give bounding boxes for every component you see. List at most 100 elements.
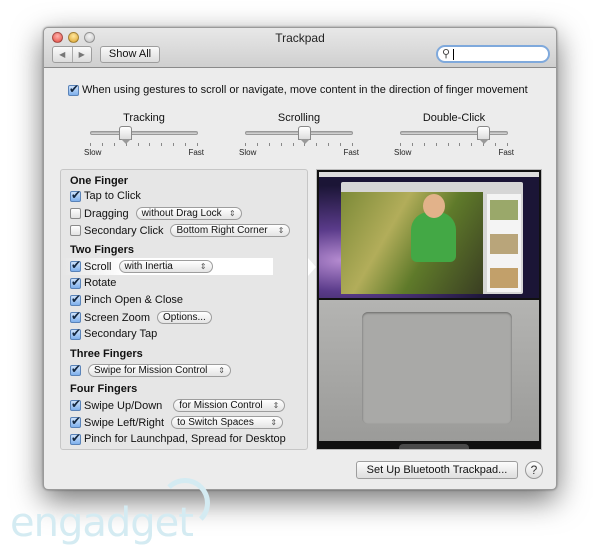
scroll-option[interactable]: Scroll with Inertia⇕ xyxy=(62,258,272,275)
fast-label: Fast xyxy=(343,148,359,157)
natural-scroll-option[interactable]: When using gestures to scroll or navigat… xyxy=(68,82,528,96)
preview-laptop-base xyxy=(319,300,539,449)
pinch-option[interactable]: Pinch Open & Close xyxy=(70,292,184,306)
updown-arrows-icon: ⇕ xyxy=(272,401,280,410)
fast-label: Fast xyxy=(498,148,514,157)
three-finger-swipe-option[interactable]: Swipe for Mission Control⇕ xyxy=(70,362,231,377)
screen-zoom-options-button[interactable]: Options... xyxy=(157,311,212,324)
secondary-click-checkbox[interactable] xyxy=(70,225,81,236)
screen-zoom-checkbox[interactable] xyxy=(70,309,81,323)
double-click-slider[interactable] xyxy=(400,126,508,144)
scrolling-label: Scrolling xyxy=(277,112,321,124)
scrolling-thumb[interactable] xyxy=(298,126,312,144)
secondary-click-popup[interactable]: Bottom Right Corner ⇕ xyxy=(170,224,291,237)
scroll-checkbox[interactable] xyxy=(70,258,81,272)
tracking-label: Tracking xyxy=(123,112,165,124)
tap-to-click-option[interactable]: Tap to Click xyxy=(70,188,141,202)
swipe-updown-option[interactable]: Swipe Up/Down for Mission Control⇕ xyxy=(70,397,286,412)
option-label: Swipe Up/Down xyxy=(84,399,163,412)
launchpad-checkbox[interactable] xyxy=(70,431,81,445)
option-label: Dragging xyxy=(84,207,129,220)
option-label: Screen Zoom xyxy=(84,311,151,324)
toolbar: Trackpad ◀ ▶ Show All ⚲ xyxy=(44,28,556,68)
section-three-fingers: Three Fingers xyxy=(70,348,143,360)
preview-app-window xyxy=(341,182,523,294)
selection-pointer xyxy=(308,258,316,276)
secondary-tap-checkbox[interactable] xyxy=(70,326,81,340)
preview-thumbnail xyxy=(490,268,518,288)
tick-marks xyxy=(400,143,508,146)
option-label: Pinch Open & Close xyxy=(84,294,184,306)
three-finger-popup[interactable]: Swipe for Mission Control ⇕ xyxy=(88,364,231,377)
rotate-checkbox[interactable] xyxy=(70,275,81,289)
swipe-leftright-popup[interactable]: to Switch Spaces ⇕ xyxy=(171,416,284,429)
section-four-fingers: Four Fingers xyxy=(70,383,138,395)
swipe-updown-popup[interactable]: for Mission Control ⇕ xyxy=(173,399,286,412)
window-title: Trackpad xyxy=(275,31,325,45)
natural-scroll-label: When using gestures to scroll or navigat… xyxy=(82,84,528,96)
dragging-option[interactable]: Dragging without Drag Lock ⇕ xyxy=(70,207,242,220)
updown-arrows-icon: ⇕ xyxy=(270,418,278,427)
screen-zoom-option[interactable]: Screen Zoom Options... xyxy=(70,309,212,324)
preview-notch xyxy=(399,444,469,449)
updown-arrows-icon: ⇕ xyxy=(228,209,236,218)
tracking-thumb[interactable] xyxy=(118,126,132,144)
option-label: Swipe Left/Right xyxy=(84,416,165,429)
forward-icon[interactable]: ▶ xyxy=(73,47,92,62)
gesture-preview-video xyxy=(316,169,542,450)
engadget-watermark: engadget xyxy=(10,500,194,546)
scrolling-slider[interactable] xyxy=(245,126,353,144)
preview-face xyxy=(423,194,445,218)
double-click-slider-group: Double-Click Slow Fast xyxy=(394,112,514,157)
three-finger-checkbox[interactable] xyxy=(70,362,81,376)
option-label: Pinch for Launchpad, Spread for Desktop xyxy=(84,433,286,445)
double-click-label: Double-Click xyxy=(422,112,486,124)
show-all-button[interactable]: Show All xyxy=(100,46,160,63)
natural-scroll-checkbox[interactable] xyxy=(68,82,79,96)
gesture-options-panel: One Finger Tap to Click Dragging without … xyxy=(60,169,308,450)
tracking-slider[interactable] xyxy=(90,126,198,144)
pinch-checkbox[interactable] xyxy=(70,292,81,306)
section-one-finger: One Finger xyxy=(70,175,129,187)
help-button[interactable]: ? xyxy=(525,461,543,479)
slow-label: Slow xyxy=(239,148,257,157)
launchpad-option[interactable]: Pinch for Launchpad, Spread for Desktop xyxy=(70,431,286,445)
text-caret xyxy=(453,49,454,60)
tap-to-click-checkbox[interactable] xyxy=(70,188,81,202)
dragging-checkbox[interactable] xyxy=(70,208,81,219)
preview-photo xyxy=(341,192,483,294)
search-input[interactable]: ⚲ xyxy=(436,45,550,63)
double-click-thumb[interactable] xyxy=(476,126,490,144)
scrolling-slider-group: Scrolling Slow Fast xyxy=(239,112,359,157)
fast-label: Fast xyxy=(188,148,204,157)
option-label: Secondary Tap xyxy=(84,328,158,340)
setup-bluetooth-trackpad-button[interactable]: Set Up Bluetooth Trackpad... xyxy=(356,461,518,479)
slow-label: Slow xyxy=(84,148,102,157)
preview-thumbnail xyxy=(490,200,518,220)
back-icon[interactable]: ◀ xyxy=(53,47,73,62)
rotate-option[interactable]: Rotate xyxy=(70,275,116,289)
updown-arrows-icon: ⇕ xyxy=(218,366,225,375)
updown-arrows-icon: ⇕ xyxy=(199,262,207,271)
search-icon: ⚲ xyxy=(442,48,451,60)
secondary-tap-option[interactable]: Secondary Tap xyxy=(70,326,158,340)
tracking-slider-group: Tracking Slow Fast xyxy=(84,112,204,157)
trackpad-window: Trackpad ◀ ▶ Show All ⚲ When using gestu… xyxy=(43,27,557,490)
preview-screen xyxy=(319,172,539,298)
tick-marks xyxy=(90,143,198,146)
swipe-leftright-checkbox[interactable] xyxy=(70,414,81,428)
swipe-leftright-option[interactable]: Swipe Left/Right to Switch Spaces⇕ xyxy=(70,414,284,429)
preview-trackpad xyxy=(362,312,512,424)
secondary-click-option[interactable]: Secondary Click Bottom Right Corner ⇕ xyxy=(70,224,291,237)
option-label: Tap to Click xyxy=(84,190,141,202)
scroll-popup[interactable]: with Inertia ⇕ xyxy=(118,260,213,273)
slow-label: Slow xyxy=(394,148,412,157)
option-label: Scroll xyxy=(84,260,112,273)
option-label: Secondary Click xyxy=(84,224,164,237)
dragging-popup[interactable]: without Drag Lock ⇕ xyxy=(135,207,242,220)
updown-arrows-icon: ⇕ xyxy=(277,226,285,235)
preview-person xyxy=(411,212,456,262)
nav-buttons: ◀ ▶ xyxy=(52,46,92,63)
section-two-fingers: Two Fingers xyxy=(70,244,134,256)
swipe-updown-checkbox[interactable] xyxy=(70,397,81,411)
